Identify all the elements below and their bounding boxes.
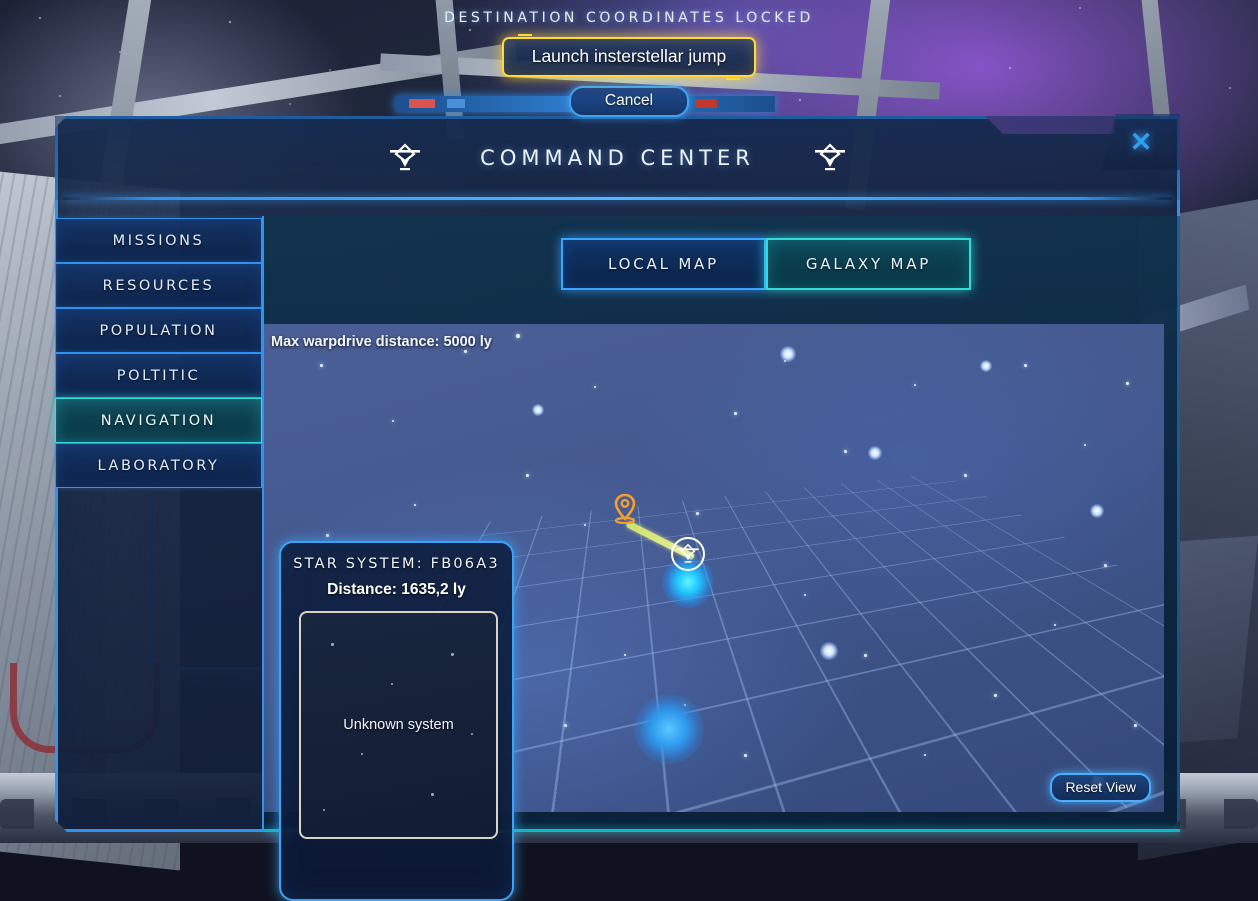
map-tab-bar: LOCAL MAP GALAXY MAP [561,238,971,290]
sidebar-item-poltitic[interactable]: POLTITIC [55,353,262,398]
sidebar: MISSIONS RESOURCES POPULATION POLTITIC N… [55,218,262,488]
sidebar-item-laboratory[interactable]: LABORATORY [55,443,262,488]
star-system-info-panel: STAR SYSTEM: FB06A3 Distance: 1635,2 ly … [279,541,514,901]
sidebar-item-missions[interactable]: MISSIONS [55,218,262,263]
reset-view-button[interactable]: Reset View [1050,773,1151,802]
fleet-emblem-icon [813,143,847,173]
sidebar-item-population[interactable]: POPULATION [55,308,262,353]
star-system-distance: Distance: 1635,2 ly [327,581,466,598]
ship-marker-icon[interactable] [671,537,705,571]
destination-status-text: DESTINATION COORDINATES LOCKED [444,10,814,26]
cancel-jump-button[interactable]: Cancel [568,86,690,117]
command-center-window: COMMAND CENTER ✕ MISSIONS RESOURCES POPU… [55,114,1180,901]
star-system-title: STAR SYSTEM: FB06A3 [293,556,500,572]
content-area: LOCAL MAP GALAXY MAP Max warpdrive dista… [262,216,1180,901]
max-warpdrive-distance-label: Max warpdrive distance: 5000 ly [271,334,492,350]
sidebar-item-navigation[interactable]: NAVIGATION [55,398,262,443]
page-title: COMMAND CENTER [480,146,755,170]
launch-jump-button[interactable]: Launch insterstellar jump [501,34,757,80]
jump-confirmation-overlay: DESTINATION COORDINATES LOCKED Launch in… [0,0,1258,117]
tab-galaxy-map[interactable]: GALAXY MAP [766,238,971,290]
window-header: COMMAND CENTER [55,116,1180,200]
fleet-emblem-icon [388,143,422,173]
map-pin-icon[interactable] [614,493,636,525]
nebula-star-glow [634,694,704,764]
tab-local-map[interactable]: LOCAL MAP [561,238,766,290]
unknown-system-label: Unknown system [343,717,454,733]
star-system-preview: Unknown system [299,611,498,839]
sidebar-item-resources[interactable]: RESOURCES [55,263,262,308]
